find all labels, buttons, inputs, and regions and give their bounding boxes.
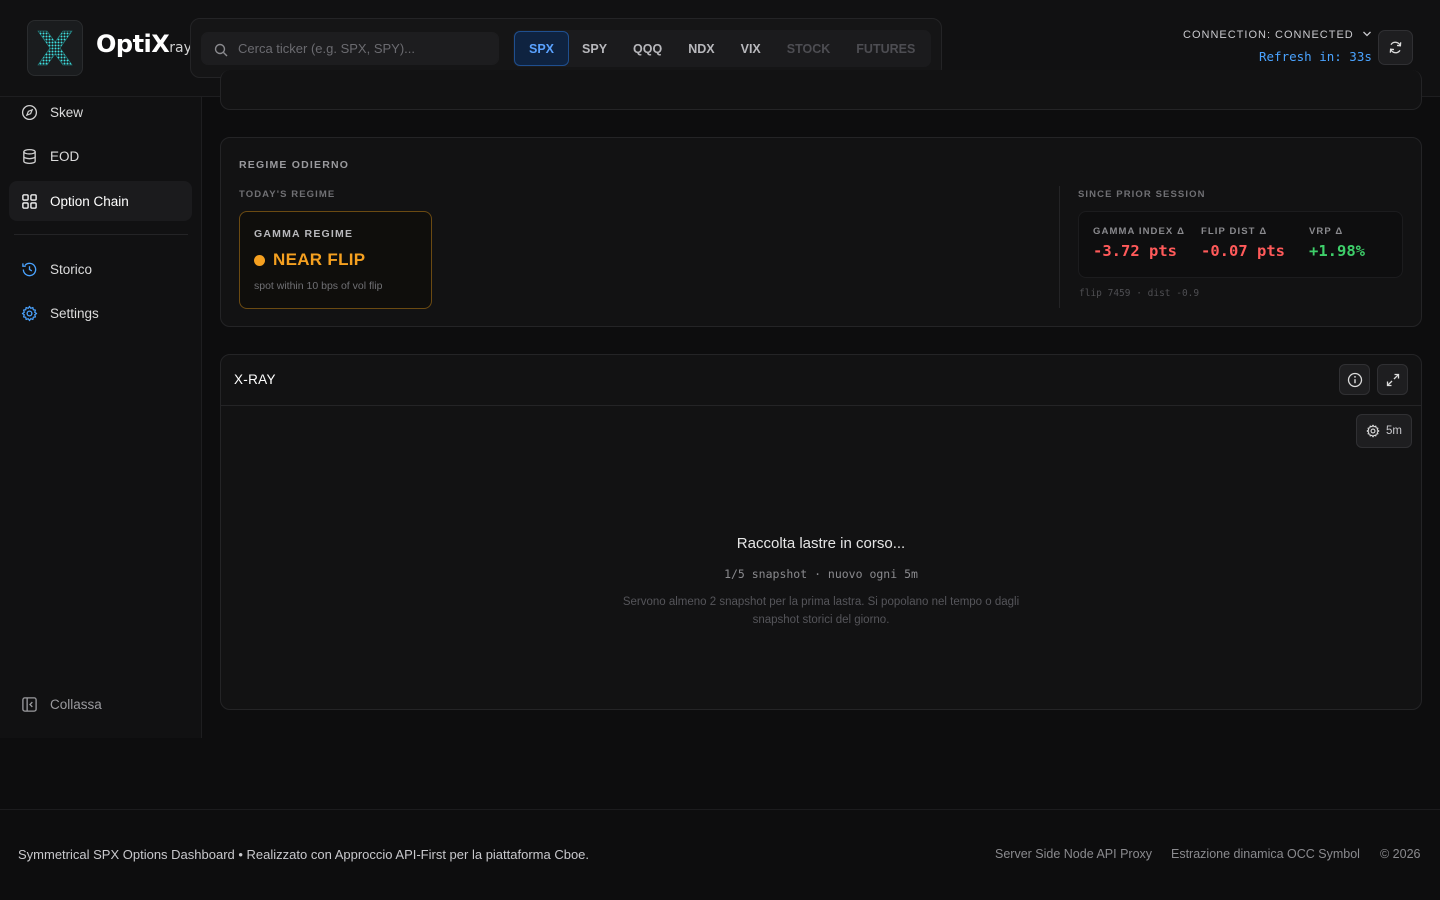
- delta-label: VRP Δ: [1309, 226, 1344, 237]
- footer-description: Symmetrical SPX Options Dashboard • Real…: [18, 847, 590, 862]
- previous-card: [220, 70, 1422, 110]
- regime-title: REGIME ODIERNO: [239, 159, 350, 171]
- gear-icon: [1366, 424, 1380, 438]
- ticker-tab-spx[interactable]: SPX: [514, 31, 570, 66]
- ticker-tab-stock[interactable]: STOCK: [774, 31, 844, 66]
- delta-label: GAMMA INDEX Δ: [1093, 226, 1186, 237]
- regime-status-text: NEAR FLIP: [273, 250, 366, 269]
- sidebar-item-label: Settings: [50, 305, 99, 321]
- search-icon: [214, 42, 228, 61]
- status-dot: [254, 254, 265, 266]
- sidebar-item-option-chain[interactable]: Option Chain: [9, 181, 192, 221]
- ticker-tab-futures[interactable]: FUTURES: [843, 31, 928, 66]
- sidebar-item-label: Option Chain: [50, 193, 129, 209]
- sidebar-item-skew[interactable]: Skew: [9, 92, 192, 132]
- ticker-tab-qqq[interactable]: QQQ: [620, 31, 675, 66]
- refresh-icon: [1389, 41, 1402, 54]
- since-prior-label: SINCE PRIOR SESSION: [1078, 189, 1206, 200]
- search-box: [201, 32, 499, 65]
- sidebar-divider: [14, 234, 188, 235]
- brand-title: OptiX: [96, 30, 170, 58]
- gamma-regime-box: GAMMA REGIME NEAR FLIP spot within 10 bp…: [239, 211, 432, 309]
- brand-name: OptiXray: [96, 30, 192, 58]
- ticker-tab-spy[interactable]: SPY: [569, 31, 620, 66]
- x-logo-icon: [37, 30, 73, 66]
- sidebar: Skew EOD Option Chain Storico Settings C…: [0, 97, 202, 738]
- refresh-button[interactable]: [1378, 30, 1413, 65]
- ticker-panel: SPX SPY QQQ NDX VIX STOCK FUTURES: [190, 18, 942, 78]
- sidebar-item-eod[interactable]: EOD: [9, 136, 192, 176]
- regime-description: spot within 10 bps of vol flip: [254, 280, 383, 292]
- flip-dist-delta: FLIP DIST Δ -0.07 pts: [1201, 226, 1285, 260]
- grid-icon: [22, 193, 37, 209]
- sidebar-item-settings[interactable]: Settings: [9, 293, 192, 333]
- logo[interactable]: [27, 20, 83, 76]
- delta-value: -3.72 pts: [1093, 242, 1177, 260]
- footer-link-api-proxy[interactable]: Server Side Node API Proxy: [995, 847, 1152, 861]
- sidebar-item-label: EOD: [50, 148, 80, 164]
- regime-divider: [1059, 186, 1060, 308]
- database-icon: [23, 148, 36, 164]
- connection-status: CONNECTION: CONNECTED: [1183, 29, 1354, 41]
- chevron-down-icon: [1362, 31, 1371, 37]
- delta-box: GAMMA INDEX Δ -3.72 pts FLIP DIST Δ -0.0…: [1078, 211, 1403, 278]
- delta-value: +1.98%: [1309, 242, 1365, 260]
- sidebar-item-label: Storico: [50, 261, 93, 277]
- collapse-sidebar-button[interactable]: Collassa: [9, 684, 192, 724]
- vrp-delta: VRP Δ +1.98%: [1309, 226, 1365, 260]
- ticker-tab-ndx[interactable]: NDX: [675, 31, 727, 66]
- ticker-tab-vix[interactable]: VIX: [728, 31, 774, 66]
- today-regime-label: TODAY'S REGIME: [239, 189, 336, 200]
- regime-card: REGIME ODIERNO TODAY'S REGIME GAMMA REGI…: [220, 137, 1422, 327]
- footer-copyright: © 2026: [1380, 847, 1421, 861]
- xray-title: X-RAY: [234, 372, 276, 387]
- connection-dropdown[interactable]: CONNECTION: CONNECTED: [1183, 29, 1372, 41]
- interval-label: 5m: [1386, 425, 1402, 437]
- flip-note: flip 7459 · dist -0.9: [1079, 288, 1200, 299]
- footer-link-occ-symbol[interactable]: Estrazione dinamica OCC Symbol: [1171, 847, 1360, 861]
- xray-header: X-RAY: [221, 355, 1421, 406]
- interval-settings-button[interactable]: 5m: [1356, 414, 1412, 448]
- gear-icon: [21, 305, 38, 321]
- compass-icon: [21, 104, 38, 120]
- delta-label: FLIP DIST Δ: [1201, 226, 1268, 237]
- sidebar-item-storico[interactable]: Storico: [9, 249, 192, 289]
- sidebar-collapse-icon: [22, 696, 37, 712]
- gamma-index-delta: GAMMA INDEX Δ -3.72 pts: [1093, 226, 1185, 260]
- expand-icon: [1386, 373, 1399, 386]
- sidebar-item-label: Skew: [50, 104, 84, 120]
- refresh-countdown: Refresh in: 33s: [1259, 49, 1372, 64]
- regime-status: NEAR FLIP: [254, 250, 365, 270]
- xray-card: X-RAY 5m Raccolta lastre in corso... 1/5…: [220, 354, 1422, 710]
- info-icon: [1347, 372, 1362, 387]
- loading-title: Raccolta lastre in corso...: [736, 535, 906, 552]
- history-icon: [22, 262, 37, 276]
- loading-subtitle: 1/5 snapshot · nuovo ogni 5m: [724, 567, 918, 581]
- delta-value: -0.07 pts: [1201, 242, 1285, 260]
- info-button[interactable]: [1339, 364, 1370, 395]
- loading-description: Servono almeno 2 snapshot per la prima l…: [622, 596, 1020, 626]
- collapse-label: Collassa: [50, 696, 102, 712]
- expand-button[interactable]: [1377, 364, 1408, 395]
- footer: Symmetrical SPX Options Dashboard • Real…: [0, 809, 1440, 900]
- brand-subtitle: ray: [169, 40, 192, 56]
- ticker-tabs: SPX SPY QQQ NDX VIX STOCK FUTURES: [513, 30, 931, 67]
- search-input[interactable]: [238, 33, 493, 64]
- gamma-regime-label: GAMMA REGIME: [254, 228, 354, 240]
